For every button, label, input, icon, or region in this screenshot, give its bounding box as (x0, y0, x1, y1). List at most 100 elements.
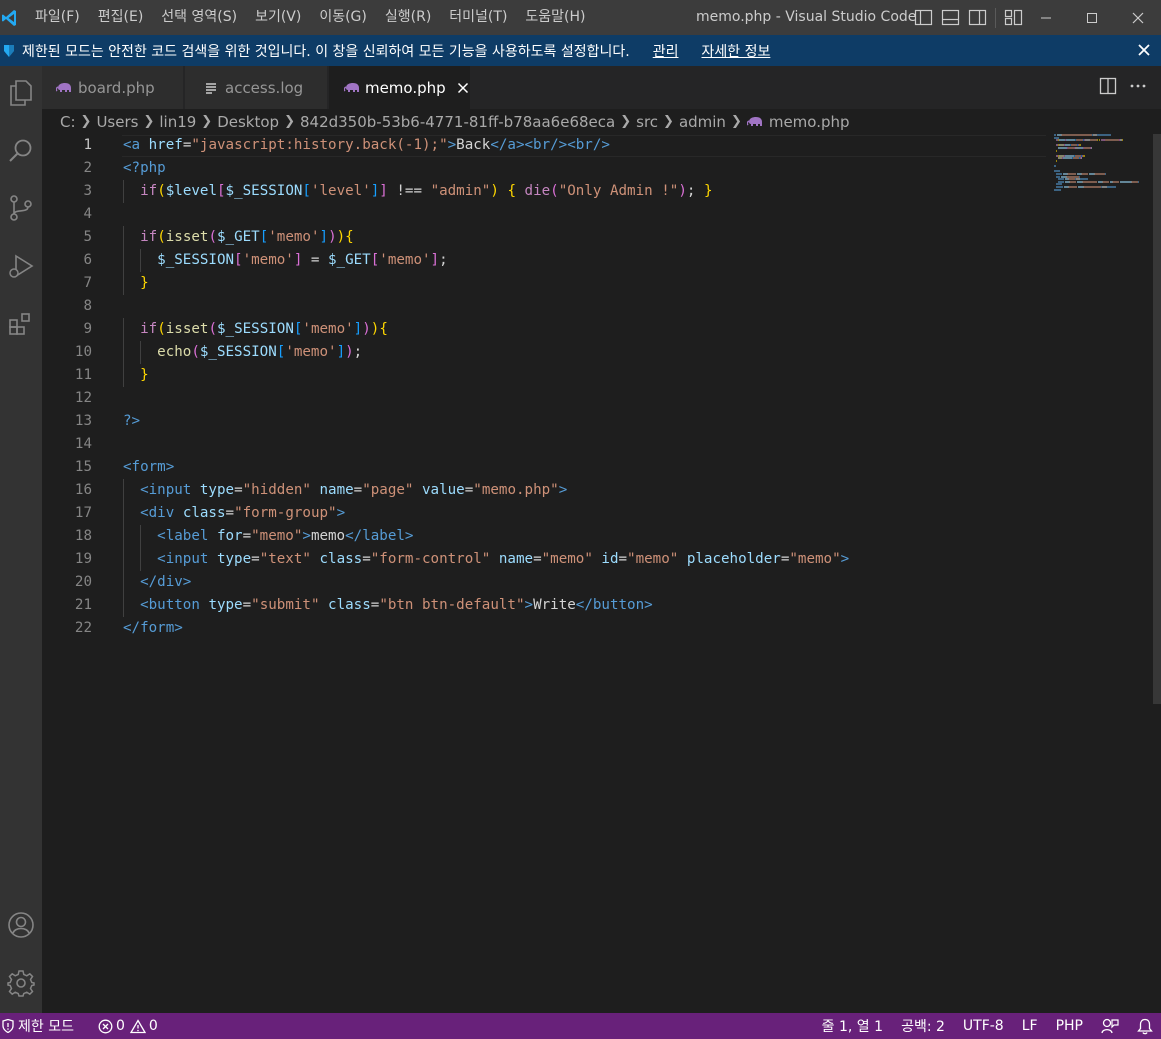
code-line[interactable]: 5 if(isset($_GET['memo'])){ (42, 226, 1048, 249)
menu-selection[interactable]: 선택 영역(S) (152, 0, 246, 35)
banner-learn-more-link[interactable]: 자세한 정보 (701, 41, 770, 61)
code-line[interactable]: 8 (42, 295, 1048, 318)
code-token: class (319, 551, 363, 567)
banner-manage-link[interactable]: 관리 (653, 41, 679, 61)
minimap-token (1090, 139, 1097, 142)
menu-view[interactable]: 보기(V) (246, 0, 310, 35)
toggle-panel-icon[interactable] (941, 9, 960, 26)
editor-scrollbar[interactable] (1153, 134, 1161, 704)
code-text: </form> (123, 617, 183, 640)
menu-go[interactable]: 이동(G) (310, 0, 376, 35)
breadcrumb-file[interactable]: memo.php (746, 113, 850, 131)
indentation[interactable]: 공백: 2 (893, 1013, 955, 1039)
cursor-position[interactable]: 줄 1, 열 1 (814, 1013, 893, 1039)
breadcrumb-item[interactable]: lin19 (159, 113, 196, 131)
code-text: } (123, 364, 149, 387)
extensions-icon[interactable] (0, 300, 42, 348)
window-controls (1023, 0, 1161, 35)
encoding[interactable]: UTF-8 (955, 1013, 1014, 1039)
vscode-logo-icon[interactable] (0, 0, 22, 35)
close-window-icon[interactable] (1115, 0, 1161, 35)
code-line[interactable]: 12 (42, 387, 1048, 410)
feedback-icon[interactable] (1093, 1013, 1131, 1039)
code-line[interactable]: 1 <a href="javascript:history.back(-1);">… (42, 134, 1048, 157)
notifications-bell-icon[interactable] (1131, 1013, 1161, 1039)
menu-file[interactable]: 파일(F) (26, 0, 89, 35)
banner-close-icon[interactable] (1135, 41, 1153, 59)
menu-run[interactable]: 실행(R) (376, 0, 440, 35)
code-line[interactable]: 11 } (42, 364, 1048, 387)
tab-board-php[interactable]: board.php (42, 66, 184, 109)
toggle-primary-sidebar-icon[interactable] (914, 9, 933, 26)
code-line[interactable]: 13 ?> (42, 410, 1048, 433)
run-debug-icon[interactable] (0, 242, 42, 290)
source-control-icon[interactable] (0, 184, 42, 232)
explorer-icon[interactable] (0, 69, 42, 117)
code-line[interactable]: 3 if($level[$_SESSION['level']] !== "adm… (42, 180, 1048, 203)
minimize-icon[interactable] (1023, 0, 1069, 35)
code-line[interactable]: 22 </form> (42, 617, 1048, 640)
code-editor[interactable]: 1 <a href="javascript:history.back(-1);">… (42, 134, 1048, 1013)
code-line[interactable]: 17 <div class="form-group"> (42, 502, 1048, 525)
code-line[interactable]: 4 (42, 203, 1048, 226)
code-line[interactable]: 6 $_SESSION['memo'] = $_GET['memo']; (42, 249, 1048, 272)
customize-layout-icon[interactable] (1004, 9, 1023, 26)
code-line[interactable]: 21 <button type="submit" class="btn btn-… (42, 594, 1048, 617)
tab-memo-php[interactable]: memo.php (329, 66, 471, 109)
code-line[interactable]: 19 <input type="text" class="form-contro… (42, 548, 1048, 571)
minimap[interactable] (1048, 134, 1148, 194)
code-line[interactable]: 16 <input type="hidden" name="page" valu… (42, 479, 1048, 502)
code-token: id (601, 551, 619, 567)
close-tab-icon[interactable] (456, 80, 470, 96)
line-number: 18 (74, 528, 92, 544)
breadcrumb-item[interactable]: C: (60, 113, 76, 131)
breadcrumb-item[interactable]: 842d350b-53b6-4771-81ff-b78aa6e68eca (300, 113, 615, 131)
end-of-line[interactable]: LF (1014, 1013, 1048, 1039)
menu-help[interactable]: 도움말(H) (516, 0, 594, 35)
toggle-secondary-sidebar-icon[interactable] (968, 9, 987, 26)
error-count: 0 (115, 1018, 125, 1034)
search-icon[interactable] (0, 127, 42, 175)
menu-terminal[interactable]: 터미널(T) (440, 0, 516, 35)
breadcrumb-item[interactable]: src (636, 113, 658, 131)
code-line[interactable]: 9 if(isset($_SESSION['memo'])){ (42, 318, 1048, 341)
minimap-token (1103, 180, 1109, 183)
code-line[interactable]: 20 </div> (42, 571, 1048, 594)
breadcrumb-item[interactable]: admin (679, 113, 726, 131)
code-token: [ (259, 229, 269, 245)
breadcrumb-item[interactable]: Desktop (217, 113, 279, 131)
code-token: = (225, 505, 235, 521)
code-line[interactable]: 14 (42, 433, 1048, 456)
language-mode[interactable]: PHP (1048, 1013, 1093, 1039)
breadcrumb-item[interactable]: Users (96, 113, 138, 131)
split-editor-icon[interactable] (1099, 77, 1117, 99)
tab-access-log[interactable]: access.log (185, 66, 328, 109)
maximize-icon[interactable] (1069, 0, 1115, 35)
manage-gear-icon[interactable] (0, 959, 42, 1007)
more-actions-icon[interactable] (1129, 77, 1147, 99)
code-token: [ (216, 183, 226, 199)
code-line[interactable]: 18 <label for="memo">memo</label> (42, 525, 1048, 548)
code-token: <input (140, 482, 192, 498)
menu-edit[interactable]: 편집(E) (89, 0, 153, 35)
code-token: ( (157, 183, 166, 199)
minimap-token (1081, 157, 1082, 160)
restricted-mode-indicator[interactable]: 제한 모드 (0, 1013, 82, 1039)
line-number: 3 (83, 183, 92, 199)
line-number: 11 (74, 367, 92, 383)
code-token: Write (533, 597, 576, 613)
code-line[interactable]: 7 } (42, 272, 1048, 295)
minimap-token (1122, 139, 1123, 142)
code-line[interactable]: 10 echo($_SESSION['memo']); (42, 341, 1048, 364)
problems-indicator[interactable]: 0 0 (90, 1013, 166, 1039)
code-line[interactable]: 2 <?php (42, 157, 1048, 180)
code-token: ) (490, 183, 499, 199)
banner-message: 제한된 모드는 안전한 코드 검색을 위한 것입니다. 이 창을 신뢰하여 모든… (22, 43, 630, 60)
accounts-icon[interactable] (0, 901, 42, 949)
code-line[interactable]: 15 <form> (42, 456, 1048, 479)
code-text: </div> (123, 571, 191, 594)
